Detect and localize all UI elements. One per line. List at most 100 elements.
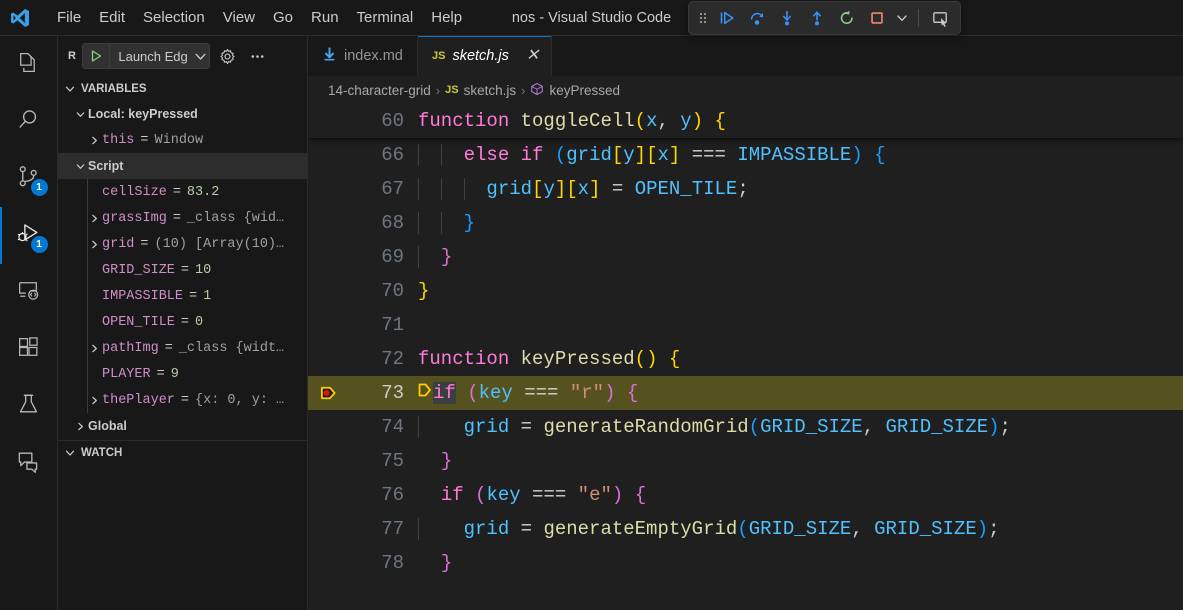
line-content[interactable]: if (key === "e") {: [418, 484, 1183, 506]
line-content[interactable]: }: [418, 450, 1183, 472]
line-content[interactable]: grid = generateRandomGrid(GRID_SIZE, GRI…: [418, 416, 1183, 438]
gear-icon[interactable]: [214, 43, 240, 69]
line-content[interactable]: function toggleCell(x, y) {: [418, 110, 1183, 132]
line-content[interactable]: grid = generateEmptyGrid(GRID_SIZE, GRID…: [418, 518, 1183, 540]
chevron-right-icon[interactable]: [86, 239, 102, 250]
continue-button[interactable]: [713, 5, 741, 31]
menu-run[interactable]: Run: [302, 5, 348, 31]
menu-selection[interactable]: Selection: [134, 5, 214, 31]
variable-scope-local[interactable]: Local: keyPressed: [58, 101, 307, 127]
line-content[interactable]: }: [418, 280, 1183, 302]
breadcrumb-item-symbol[interactable]: keyPressed: [530, 82, 620, 99]
activitybar-item-source-control[interactable]: 1: [0, 150, 58, 207]
code-line[interactable]: 77 grid = generateEmptyGrid(GRID_SIZE, G…: [308, 512, 1183, 546]
line-number-gutter[interactable]: 68: [308, 212, 418, 234]
drag-handle-icon[interactable]: [695, 5, 711, 31]
menu-go[interactable]: Go: [264, 5, 302, 31]
stop-button[interactable]: [863, 5, 891, 31]
code-line[interactable]: 60 function toggleCell(x, y) {: [308, 104, 1183, 138]
variable-row-grid[interactable]: grid = (10) [Array(10)…: [58, 231, 307, 257]
code-line[interactable]: 75 }: [308, 444, 1183, 478]
ellipsis-icon[interactable]: [244, 43, 270, 69]
menu-help[interactable]: Help: [422, 5, 471, 31]
step-into-button[interactable]: [773, 5, 801, 31]
variable-scope-global[interactable]: Global: [58, 413, 307, 439]
watch-empty-area[interactable]: [58, 465, 307, 610]
line-number-gutter[interactable]: 76: [308, 484, 418, 506]
code-line[interactable]: 72 function keyPressed() {: [308, 342, 1183, 376]
code-line[interactable]: 78 }: [308, 546, 1183, 580]
code-line[interactable]: 71: [308, 308, 1183, 342]
step-out-button[interactable]: [803, 5, 831, 31]
line-number-gutter[interactable]: 73: [308, 382, 418, 404]
activitybar-item-extensions[interactable]: [0, 321, 58, 378]
breadcrumb-item-file[interactable]: JS sketch.js: [445, 83, 516, 98]
variable-row-IMPASSIBLE[interactable]: IMPASSIBLE = 1: [58, 283, 307, 309]
line-content[interactable]: if (key === "r") {: [418, 382, 1183, 404]
line-number-gutter[interactable]: 70: [308, 280, 418, 302]
activitybar-item-chat[interactable]: [0, 435, 58, 492]
line-number-gutter[interactable]: 78: [308, 552, 418, 574]
tab-sketch-js[interactable]: JS sketch.js ✕: [418, 36, 553, 76]
activitybar-item-explorer[interactable]: [0, 36, 58, 93]
line-content[interactable]: else if (grid[y][x] === IMPASSIBLE) {: [418, 144, 1183, 166]
menu-file[interactable]: File: [48, 5, 90, 31]
line-content[interactable]: }: [418, 246, 1183, 268]
code-line[interactable]: 73 if (key === "r") {: [308, 376, 1183, 410]
variable-row-thePlayer[interactable]: thePlayer = {x: 0, y: …: [58, 387, 307, 413]
tab-index-md[interactable]: index.md: [308, 36, 418, 76]
line-number-gutter[interactable]: 75: [308, 450, 418, 472]
chevron-right-icon[interactable]: [86, 395, 102, 406]
chevron-right-icon[interactable]: [86, 343, 102, 354]
line-number-gutter[interactable]: 72: [308, 348, 418, 370]
line-content[interactable]: }: [418, 552, 1183, 574]
code-lines[interactable]: 66 else if (grid[y][x] === IMPASSIBLE) {…: [308, 104, 1183, 580]
section-header-watch[interactable]: WATCH: [58, 440, 307, 465]
step-over-button[interactable]: [743, 5, 771, 31]
activitybar-item-search[interactable]: [0, 93, 58, 150]
code-line[interactable]: 69 }: [308, 240, 1183, 274]
variable-row-OPEN_TILE[interactable]: OPEN_TILE = 0: [58, 309, 307, 335]
line-number-gutter[interactable]: 71: [308, 314, 418, 336]
activitybar-item-run-and-debug[interactable]: 1: [0, 207, 58, 264]
variable-row-PLAYER[interactable]: PLAYER = 9: [58, 361, 307, 387]
variable-row-grassImg[interactable]: grassImg = _class {wid…: [58, 205, 307, 231]
line-content[interactable]: }: [418, 212, 1183, 234]
line-number-gutter[interactable]: 77: [308, 518, 418, 540]
chevron-right-icon[interactable]: [86, 213, 102, 224]
line-content[interactable]: function keyPressed() {: [418, 348, 1183, 370]
activitybar-item-remote[interactable]: [0, 264, 58, 321]
breadcrumb-item-folder[interactable]: 14-character-grid: [328, 83, 431, 98]
line-number-gutter[interactable]: 66: [308, 144, 418, 166]
variable-row-GRID_SIZE[interactable]: GRID_SIZE = 10: [58, 257, 307, 283]
variables-tree[interactable]: Local: keyPressed this = Window Script c…: [58, 101, 307, 440]
chevron-down-icon[interactable]: [72, 109, 88, 120]
code-line[interactable]: 68 }: [308, 206, 1183, 240]
line-number-gutter[interactable]: 69: [308, 246, 418, 268]
activitybar-item-testing[interactable]: [0, 378, 58, 435]
line-number-gutter[interactable]: 74: [308, 416, 418, 438]
chevron-down-icon[interactable]: [72, 161, 88, 172]
chevron-down-icon[interactable]: [893, 5, 911, 31]
line-content[interactable]: grid[y][x] = OPEN_TILE;: [418, 178, 1183, 200]
code-line[interactable]: 66 else if (grid[y][x] === IMPASSIBLE) {: [308, 138, 1183, 172]
line-number-gutter[interactable]: 67: [308, 178, 418, 200]
sticky-scroll-line[interactable]: 60 function toggleCell(x, y) {: [308, 104, 1183, 138]
play-icon[interactable]: [83, 49, 109, 63]
chevron-right-icon[interactable]: [86, 135, 102, 146]
code-line[interactable]: 74 grid = generateRandomGrid(GRID_SIZE, …: [308, 410, 1183, 444]
code-line[interactable]: 76 if (key === "e") {: [308, 478, 1183, 512]
focus-session-icon[interactable]: [926, 5, 954, 31]
menu-terminal[interactable]: Terminal: [348, 5, 423, 31]
section-header-variables[interactable]: VARIABLES: [58, 76, 307, 101]
chevron-right-icon[interactable]: [72, 421, 88, 432]
menu-view[interactable]: View: [214, 5, 264, 31]
variable-scope-script[interactable]: Script: [58, 153, 307, 179]
code-editor[interactable]: 60 function toggleCell(x, y) { 66 else i…: [308, 104, 1183, 610]
code-line[interactable]: 67 grid[y][x] = OPEN_TILE;: [308, 172, 1183, 206]
chevron-down-icon[interactable]: [191, 50, 209, 63]
launch-configuration-select[interactable]: Launch Edg: [82, 43, 211, 69]
close-icon[interactable]: ✕: [526, 48, 539, 64]
variable-row-pathImg[interactable]: pathImg = _class {widt…: [58, 335, 307, 361]
variable-row-cellSize[interactable]: cellSize = 83.2: [58, 179, 307, 205]
